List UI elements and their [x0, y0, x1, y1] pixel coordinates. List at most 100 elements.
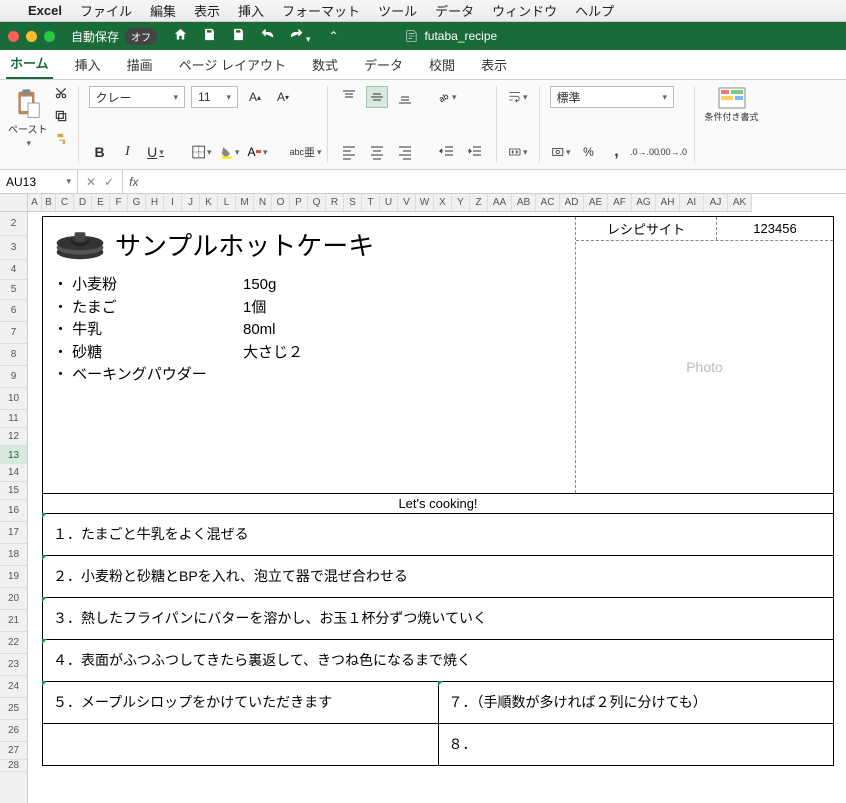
col-I[interactable]: I	[164, 194, 182, 211]
col-O[interactable]: O	[272, 194, 290, 211]
select-all-corner[interactable]	[0, 194, 28, 212]
font-color-button[interactable]: A▾	[247, 141, 269, 163]
row-6[interactable]: 6	[0, 300, 27, 322]
col-AA[interactable]: AA	[488, 194, 512, 211]
minimize-button[interactable]	[26, 31, 37, 42]
row-15[interactable]: 15	[0, 482, 27, 500]
col-R[interactable]: R	[326, 194, 344, 211]
currency-button[interactable]: ▾	[550, 141, 572, 163]
col-S[interactable]: S	[344, 194, 362, 211]
orientation-button[interactable]: ab▾	[436, 86, 458, 108]
col-AI[interactable]: AI	[680, 194, 704, 211]
col-G[interactable]: G	[128, 194, 146, 211]
row-22[interactable]: 22	[0, 632, 27, 654]
row-5[interactable]: 5	[0, 280, 27, 300]
italic-button[interactable]: I	[117, 141, 139, 163]
merge-button[interactable]: ▾	[507, 141, 529, 163]
row-28[interactable]: 28	[0, 760, 27, 772]
formula-input[interactable]	[144, 170, 846, 193]
underline-button[interactable]: U▾	[145, 141, 167, 163]
percent-button[interactable]: %	[578, 141, 600, 163]
home-icon[interactable]	[173, 27, 188, 45]
row-11[interactable]: 11	[0, 410, 27, 428]
col-N[interactable]: N	[254, 194, 272, 211]
save-icon[interactable]	[202, 27, 217, 45]
wrap-text-button[interactable]: ▾	[507, 86, 529, 108]
col-A[interactable]: A	[28, 194, 42, 211]
row-3[interactable]: 3	[0, 236, 27, 260]
font-size-select[interactable]: 11▾	[191, 86, 238, 108]
increase-decimal-icon[interactable]: .0→.00	[634, 141, 656, 163]
fill-color-button[interactable]: ▾	[219, 141, 241, 163]
bold-button[interactable]: B	[89, 141, 111, 163]
number-format-select[interactable]: 標準▾	[550, 86, 675, 108]
row-10[interactable]: 10	[0, 388, 27, 410]
col-M[interactable]: M	[236, 194, 254, 211]
col-AH[interactable]: AH	[656, 194, 680, 211]
cancel-formula-icon[interactable]: ✕	[86, 175, 96, 189]
cell-grid[interactable]: サンプルホットケーキ ・ 小麦粉150g・ たまご1個・ 牛乳80ml・ 砂糖大…	[28, 212, 846, 803]
format-painter-icon[interactable]	[54, 132, 68, 149]
ribbon-collapse-icon[interactable]: ⌃	[329, 29, 339, 43]
col-J[interactable]: J	[182, 194, 200, 211]
row-17[interactable]: 17	[0, 522, 27, 544]
undo-icon[interactable]	[260, 27, 275, 45]
confirm-formula-icon[interactable]: ✓	[104, 175, 114, 189]
col-AB[interactable]: AB	[512, 194, 536, 211]
decrease-font-icon[interactable]: A▾	[272, 86, 294, 108]
name-box[interactable]: AU13▾	[0, 170, 78, 193]
cut-icon[interactable]	[54, 86, 68, 103]
menu-help[interactable]: ヘルプ	[575, 1, 614, 20]
font-name-select[interactable]: クレー▾	[89, 86, 186, 108]
row-9[interactable]: 9	[0, 366, 27, 388]
row-23[interactable]: 23	[0, 654, 27, 676]
menu-file[interactable]: ファイル	[80, 1, 132, 20]
row-18[interactable]: 18	[0, 544, 27, 566]
col-AK[interactable]: AK	[728, 194, 752, 211]
align-left-icon[interactable]	[338, 141, 360, 163]
col-U[interactable]: U	[380, 194, 398, 211]
col-F[interactable]: F	[110, 194, 128, 211]
col-C[interactable]: C	[56, 194, 74, 211]
col-Q[interactable]: Q	[308, 194, 326, 211]
col-D[interactable]: D	[74, 194, 92, 211]
row-21[interactable]: 21	[0, 610, 27, 632]
col-T[interactable]: T	[362, 194, 380, 211]
col-AG[interactable]: AG	[632, 194, 656, 211]
col-Z[interactable]: Z	[470, 194, 488, 211]
row-14[interactable]: 14	[0, 464, 27, 482]
menu-format[interactable]: フォーマット	[282, 1, 360, 20]
save-edit-icon[interactable]	[231, 27, 246, 45]
maximize-button[interactable]	[44, 31, 55, 42]
menu-data[interactable]: データ	[435, 1, 474, 20]
row-headers[interactable]: 2345678910111213141516171819202122232425…	[0, 212, 28, 803]
phonetic-button[interactable]: abc亜▾	[295, 141, 317, 163]
align-top-icon[interactable]	[338, 86, 360, 108]
align-bottom-icon[interactable]	[394, 86, 416, 108]
col-L[interactable]: L	[218, 194, 236, 211]
col-E[interactable]: E	[92, 194, 110, 211]
autosave-toggle[interactable]: 自動保存 オフ	[71, 28, 157, 45]
col-AD[interactable]: AD	[560, 194, 584, 211]
comma-button[interactable]: ,	[606, 141, 628, 163]
conditional-format-button[interactable]: 条件付き書式	[705, 86, 759, 123]
row-7[interactable]: 7	[0, 322, 27, 344]
tab-page-layout[interactable]: ページ レイアウト	[175, 49, 290, 79]
menu-insert[interactable]: 挿入	[238, 1, 264, 20]
col-X[interactable]: X	[434, 194, 452, 211]
app-name[interactable]: Excel	[28, 3, 62, 18]
tab-draw[interactable]: 描画	[123, 49, 157, 79]
row-26[interactable]: 26	[0, 720, 27, 742]
copy-icon[interactable]	[54, 109, 68, 126]
row-13[interactable]: 13	[0, 446, 27, 464]
col-AF[interactable]: AF	[608, 194, 632, 211]
decrease-indent-icon[interactable]	[436, 141, 458, 163]
increase-indent-icon[interactable]	[464, 141, 486, 163]
col-Y[interactable]: Y	[452, 194, 470, 211]
row-27[interactable]: 27	[0, 742, 27, 760]
align-center-icon[interactable]	[366, 141, 388, 163]
tab-view[interactable]: 表示	[477, 49, 511, 79]
row-24[interactable]: 24	[0, 676, 27, 698]
row-25[interactable]: 25	[0, 698, 27, 720]
decrease-decimal-icon[interactable]: .00→.0	[662, 141, 684, 163]
